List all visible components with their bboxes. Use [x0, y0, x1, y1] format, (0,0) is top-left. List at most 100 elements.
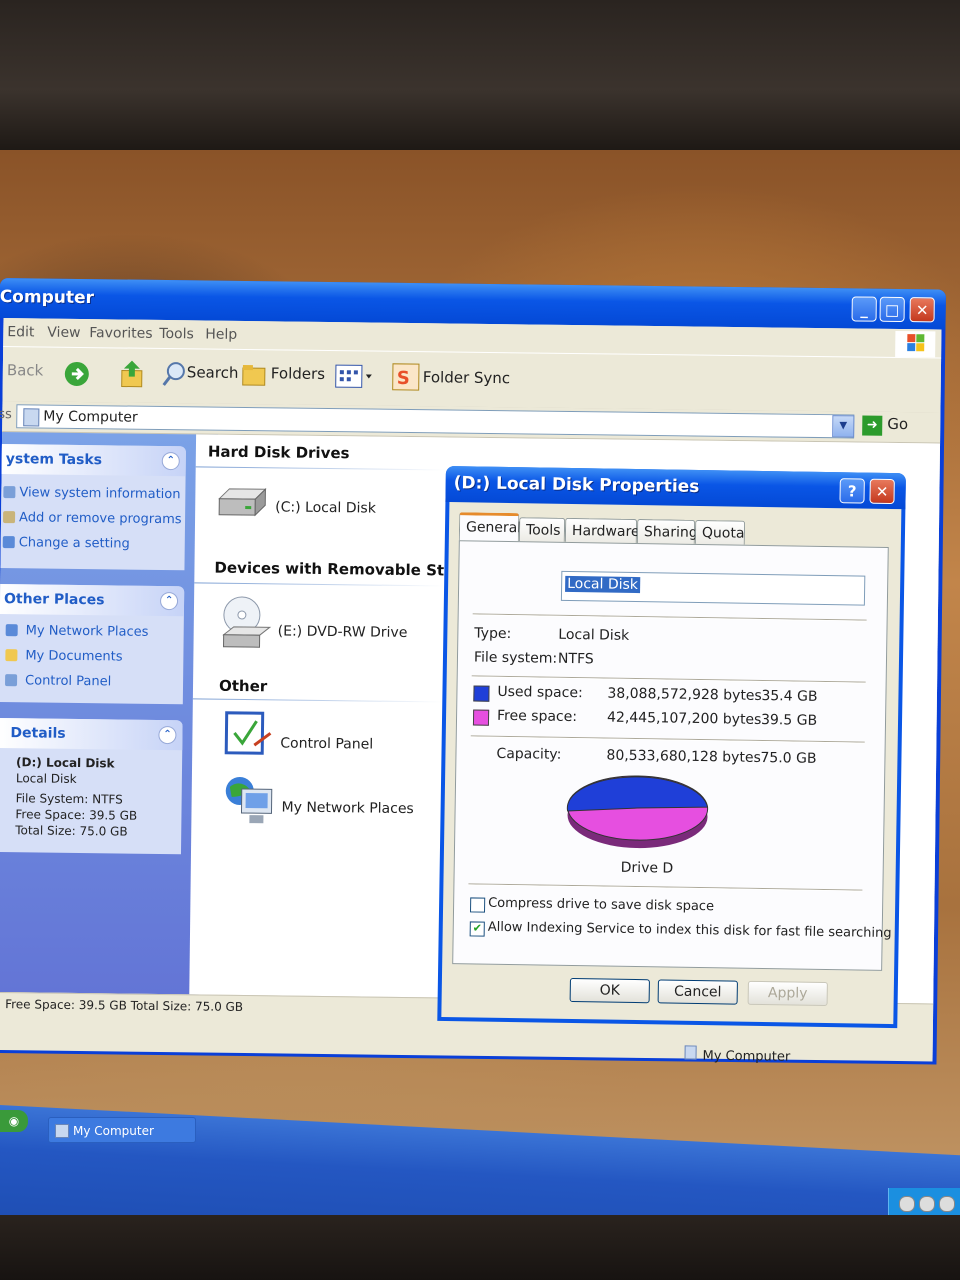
place-control-panel[interactable]: Control Panel: [0, 668, 183, 695]
tab-quota[interactable]: Quota: [694, 519, 746, 545]
minimize-button[interactable]: _: [851, 296, 877, 322]
computer-icon: [23, 408, 40, 427]
folder-sync-icon[interactable]: S: [391, 362, 421, 396]
network-places-label[interactable]: My Network Places: [281, 799, 413, 817]
details-title: Details: [10, 725, 66, 742]
menu-edit[interactable]: Edit: [7, 324, 34, 340]
forward-icon[interactable]: [63, 360, 91, 392]
menu-tools[interactable]: Tools: [159, 326, 194, 342]
group-divider: [195, 466, 446, 471]
address-label: ss: [0, 406, 12, 423]
compress-label[interactable]: Compress drive to save disk space: [488, 896, 714, 915]
menu-help[interactable]: Help: [205, 327, 237, 343]
ok-button[interactable]: OK: [569, 978, 650, 1004]
type-label: Type:: [474, 625, 512, 643]
folders-icon[interactable]: [241, 362, 269, 392]
taskbar-item-label: My Computer: [73, 1124, 154, 1138]
general-tab-panel: Local Disk Type: Local Disk File system:…: [452, 540, 892, 971]
system-tasks-panel: ystem Tasks ⌃ View system information Add…: [0, 444, 186, 571]
tray-volume-icon[interactable]: [919, 1196, 935, 1212]
dialog-body: General Tools Hardware Sharing Quota Loc…: [441, 502, 902, 1025]
tab-general[interactable]: General: [458, 512, 521, 544]
network-places-icon[interactable]: [223, 775, 278, 834]
folder-sync-button[interactable]: Folder Sync: [423, 368, 510, 387]
compress-checkbox[interactable]: [469, 897, 486, 913]
details-total-size: Total Size: 75.0 GB: [15, 823, 128, 839]
apply-button[interactable]: Apply: [747, 980, 828, 1007]
collapse-chevron-icon[interactable]: ⌃: [161, 451, 180, 471]
task-label: View system information: [19, 485, 181, 503]
views-icon[interactable]: [335, 363, 375, 393]
indexing-label[interactable]: Allow Indexing Service to index this dis…: [488, 920, 892, 941]
computer-icon: [684, 1045, 697, 1060]
maximize-button[interactable]: □: [879, 296, 905, 323]
other-places-header[interactable]: Other Places ⌃: [0, 584, 185, 617]
system-tray: [888, 1188, 960, 1218]
other-places-title: Other Places: [3, 591, 105, 609]
separator: [470, 735, 865, 744]
free-space-gb: 39.5 GB: [760, 711, 818, 729]
network-icon: [5, 624, 18, 637]
collapse-chevron-icon[interactable]: ⌃: [158, 725, 177, 745]
taskbar-item-my-computer[interactable]: My Computer: [48, 1117, 196, 1143]
separator: [468, 883, 863, 892]
status-location-label: My Computer: [702, 1048, 791, 1065]
status-text: Free Space: 39.5 GB Total Size: 75.0 GB: [5, 997, 244, 1015]
tab-tools[interactable]: Tools: [518, 517, 566, 542]
start-button[interactable]: ◉: [0, 1110, 28, 1132]
control-panel-icon: [5, 674, 18, 687]
dvd-rw-drive-icon[interactable]: [219, 595, 274, 656]
place-label: Control Panel: [24, 673, 112, 690]
tab-hardware[interactable]: Hardware: [564, 517, 640, 544]
local-disk-c-label[interactable]: (C:) Local Disk: [275, 499, 376, 516]
disk-usage-pie: [566, 775, 709, 849]
programs-icon: [3, 511, 16, 524]
details-header[interactable]: Details ⌃: [0, 718, 183, 751]
capacity-bytes: 80,533,680,128 bytes: [606, 747, 761, 766]
indexing-checkbox[interactable]: ✔: [469, 921, 485, 937]
used-space-label: Used space:: [497, 683, 583, 702]
menu-favorites[interactable]: Favorites: [89, 325, 152, 342]
go-button[interactable]: ➜ Go: [862, 415, 908, 437]
back-button[interactable]: Back: [7, 361, 44, 379]
group-divider: [194, 582, 445, 587]
up-folder-icon[interactable]: [119, 358, 145, 392]
task-add-remove-programs[interactable]: Add or remove programs: [1, 505, 185, 532]
address-value: My Computer: [43, 408, 138, 426]
details-panel: Details ⌃ (D:) Local Disk Local Disk File…: [0, 718, 183, 855]
control-panel-icon[interactable]: [224, 709, 273, 764]
collapse-chevron-icon[interactable]: ⌃: [159, 591, 179, 611]
tray-security-icon[interactable]: [939, 1196, 955, 1212]
help-button[interactable]: ?: [839, 478, 865, 504]
tab-sharing[interactable]: Sharing: [636, 519, 698, 544]
local-disk-c-icon[interactable]: [215, 485, 269, 526]
tray-network-icon[interactable]: [899, 1196, 915, 1212]
folders-button[interactable]: Folders: [271, 364, 325, 383]
computer-icon: [55, 1124, 69, 1138]
address-dropdown-button[interactable]: ▼: [832, 415, 855, 438]
system-tasks-header[interactable]: ystem Tasks ⌃: [1, 444, 186, 477]
group-divider: [192, 698, 443, 703]
file-system-value: NTFS: [557, 650, 594, 668]
capacity-label: Capacity:: [496, 745, 562, 763]
drive-name-input[interactable]: Local Disk: [560, 570, 866, 606]
pie-used-slice: [566, 776, 709, 812]
monitor-bezel-top: [0, 0, 960, 150]
place-network[interactable]: My Network Places: [0, 618, 184, 645]
task-label: Add or remove programs: [18, 510, 182, 528]
other-places-panel: Other Places ⌃ My Network Places My Docum…: [0, 584, 185, 705]
used-space-gb: 35.4 GB: [761, 687, 818, 705]
documents-icon: [5, 649, 18, 662]
place-documents[interactable]: My Documents: [0, 643, 184, 670]
close-button[interactable]: ✕: [909, 297, 935, 323]
dialog-close-button[interactable]: ✕: [869, 478, 895, 505]
task-change-setting[interactable]: Change a setting: [1, 530, 185, 557]
menu-view[interactable]: View: [47, 325, 80, 341]
dvd-rw-drive-label[interactable]: (E:) DVD-RW Drive: [278, 623, 408, 641]
cancel-button[interactable]: Cancel: [657, 979, 738, 1005]
task-view-system-info[interactable]: View system information: [1, 480, 185, 507]
search-button[interactable]: Search: [187, 363, 239, 382]
control-panel-label[interactable]: Control Panel: [280, 735, 373, 752]
search-icon[interactable]: [161, 359, 187, 393]
status-location: My Computer: [684, 1045, 791, 1065]
